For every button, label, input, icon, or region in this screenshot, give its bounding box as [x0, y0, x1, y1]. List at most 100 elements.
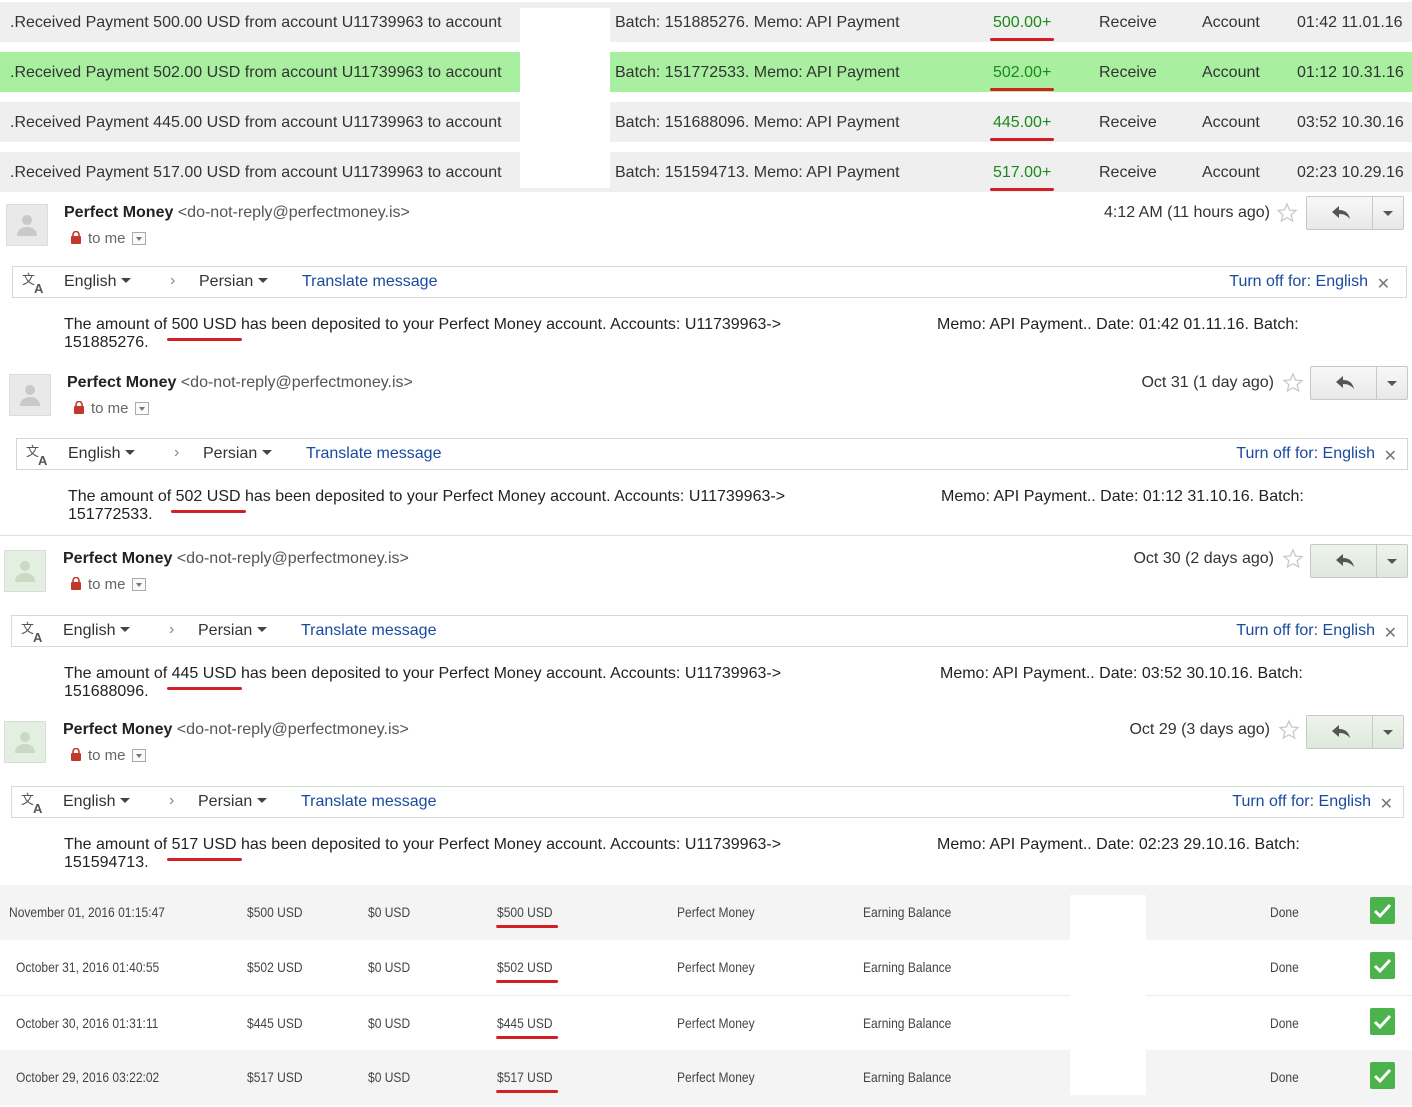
transaction-row: .Received Payment 445.00 USD from accoun…: [0, 102, 1412, 142]
close-icon[interactable]: ✕: [1384, 446, 1397, 466]
turn-off-translation-link[interactable]: Turn off for: English: [1236, 445, 1375, 463]
deposit-fee: $0 USD: [368, 959, 411, 975]
reply-button[interactable]: [1311, 545, 1377, 577]
star-icon[interactable]: [1282, 548, 1304, 570]
recipient: to me: [70, 576, 146, 593]
email-message: Perfect Money <do-not-reply@perfectmoney…: [0, 538, 1412, 708]
close-icon[interactable]: ✕: [1377, 274, 1390, 294]
source-language-select[interactable]: English: [68, 445, 136, 463]
star-icon[interactable]: [1276, 202, 1298, 224]
deposit-net: $500 USD: [496, 904, 558, 928]
translate-bar: 文A English › Persian Translate message T…: [12, 266, 1407, 298]
transaction-batch: Batch: 151688096. Memo: API Payment: [615, 114, 900, 131]
transaction-type: Receive: [1099, 64, 1157, 81]
check-icon: [1370, 897, 1395, 924]
payment-system: Perfect Money: [677, 904, 755, 920]
star-icon[interactable]: [1282, 372, 1304, 394]
sender[interactable]: Perfect Money <do-not-reply@perfectmoney…: [64, 204, 410, 222]
turn-off-translation-link[interactable]: Turn off for: English: [1236, 622, 1375, 640]
deposit-amount: 517 USD: [171, 836, 237, 853]
source-language-select[interactable]: English: [63, 622, 131, 640]
deposit-balance: Earning Balance: [863, 959, 952, 975]
deposit-amount: $445 USD: [247, 1015, 303, 1031]
translate-icon: 文A: [22, 273, 44, 295]
more-actions-button[interactable]: [1373, 197, 1403, 229]
details-dropdown[interactable]: [134, 402, 149, 415]
more-actions-button[interactable]: [1373, 716, 1403, 748]
to-me-label: to me: [88, 230, 126, 247]
source-language-select[interactable]: English: [64, 273, 132, 291]
reply-button[interactable]: [1311, 367, 1377, 399]
email-body-batch: 151688096.: [64, 683, 149, 700]
details-dropdown[interactable]: [131, 749, 146, 762]
more-actions-button[interactable]: [1377, 545, 1407, 577]
reply-icon: [1336, 554, 1354, 567]
turn-off-translation-link[interactable]: Turn off for: English: [1232, 793, 1371, 811]
email-message: Perfect Money <do-not-reply@perfectmoney…: [0, 709, 1412, 879]
target-language-select[interactable]: Persian: [198, 622, 268, 640]
transaction-batch: Batch: 151885276. Memo: API Payment: [615, 14, 900, 31]
close-icon[interactable]: ✕: [1380, 794, 1393, 814]
sender[interactable]: Perfect Money <do-not-reply@perfectmoney…: [63, 550, 409, 568]
turn-off-translation-link[interactable]: Turn off for: English: [1229, 273, 1368, 291]
sender-email: <do-not-reply@perfectmoney.is>: [176, 721, 409, 738]
translate-message-link[interactable]: Translate message: [301, 622, 436, 640]
transaction-row: .Received Payment 500.00 USD from accoun…: [0, 2, 1412, 42]
close-icon[interactable]: ✕: [1384, 623, 1397, 643]
sender[interactable]: Perfect Money <do-not-reply@perfectmoney…: [63, 721, 409, 739]
deposit-amount: $500 USD: [247, 904, 303, 920]
email-date: Oct 31 (1 day ago): [1141, 374, 1274, 391]
translate-message-link[interactable]: Translate message: [306, 445, 441, 463]
transaction-time: 02:23 10.29.16: [1297, 164, 1404, 181]
deposit-net: $502 USD: [496, 959, 558, 983]
transaction-description: .Received Payment 500.00 USD from accoun…: [10, 14, 502, 31]
sender-name: Perfect Money: [64, 204, 174, 221]
transaction-time: 01:12 10.31.16: [1297, 64, 1404, 81]
target-language-select[interactable]: Persian: [203, 445, 273, 463]
reply-button[interactable]: [1307, 197, 1373, 229]
deposit-status: Done: [1270, 959, 1299, 975]
more-actions-button[interactable]: [1377, 367, 1407, 399]
deposit-amount: 500 USD: [171, 316, 237, 333]
transaction-account: Account: [1202, 164, 1260, 181]
chevron-right-icon: ›: [169, 792, 175, 809]
details-dropdown[interactable]: [131, 578, 146, 591]
sender[interactable]: Perfect Money <do-not-reply@perfectmoney…: [67, 374, 413, 392]
transaction-description: .Received Payment 502.00 USD from accoun…: [10, 64, 502, 81]
email-memo: Memo: API Payment.. Date: 01:12 31.10.16…: [941, 488, 1304, 505]
transaction-row-highlighted: .Received Payment 502.00 USD from accoun…: [0, 52, 1412, 92]
email-body: The amount of 517 USD has been deposited…: [64, 836, 782, 853]
transaction-description: .Received Payment 445.00 USD from accoun…: [10, 114, 502, 131]
lock-icon: [71, 231, 81, 244]
target-language-select[interactable]: Persian: [198, 793, 268, 811]
reply-button-group: [1310, 366, 1408, 400]
chevron-right-icon: ›: [169, 621, 175, 638]
reply-button-group: [1306, 715, 1404, 749]
email-date: 4:12 AM (11 hours ago): [1103, 204, 1270, 221]
recipient: to me: [70, 747, 146, 764]
deposit-fee: $0 USD: [368, 1069, 411, 1085]
target-language-select[interactable]: Persian: [199, 273, 269, 291]
deposit-row: October 30, 2016 01:31:11 $445 USD $0 US…: [0, 995, 1412, 1050]
star-icon[interactable]: [1278, 719, 1300, 741]
check-icon: [1370, 952, 1395, 979]
translate-message-link[interactable]: Translate message: [301, 793, 436, 811]
redaction-box: [1070, 895, 1146, 1095]
recipient: to me: [70, 230, 146, 247]
details-dropdown[interactable]: [131, 232, 146, 245]
email-message: Perfect Money <do-not-reply@perfectmoney…: [0, 192, 1412, 362]
lock-icon: [71, 577, 81, 590]
sender-email: <do-not-reply@perfectmoney.is>: [177, 204, 410, 221]
reply-button[interactable]: [1307, 716, 1373, 748]
check-icon: [1370, 1008, 1395, 1035]
person-icon: [4, 550, 46, 592]
source-language-select[interactable]: English: [63, 793, 131, 811]
divider: [0, 535, 1412, 536]
reply-button-group: [1306, 196, 1404, 230]
email-body-batch: 151594713.: [64, 854, 149, 871]
translate-message-link[interactable]: Translate message: [302, 273, 437, 291]
to-me-label: to me: [91, 400, 129, 417]
deposit-status: Done: [1270, 1015, 1299, 1031]
transaction-batch: Batch: 151772533. Memo: API Payment: [615, 64, 900, 81]
deposit-date: October 31, 2016 01:40:55: [16, 959, 160, 975]
